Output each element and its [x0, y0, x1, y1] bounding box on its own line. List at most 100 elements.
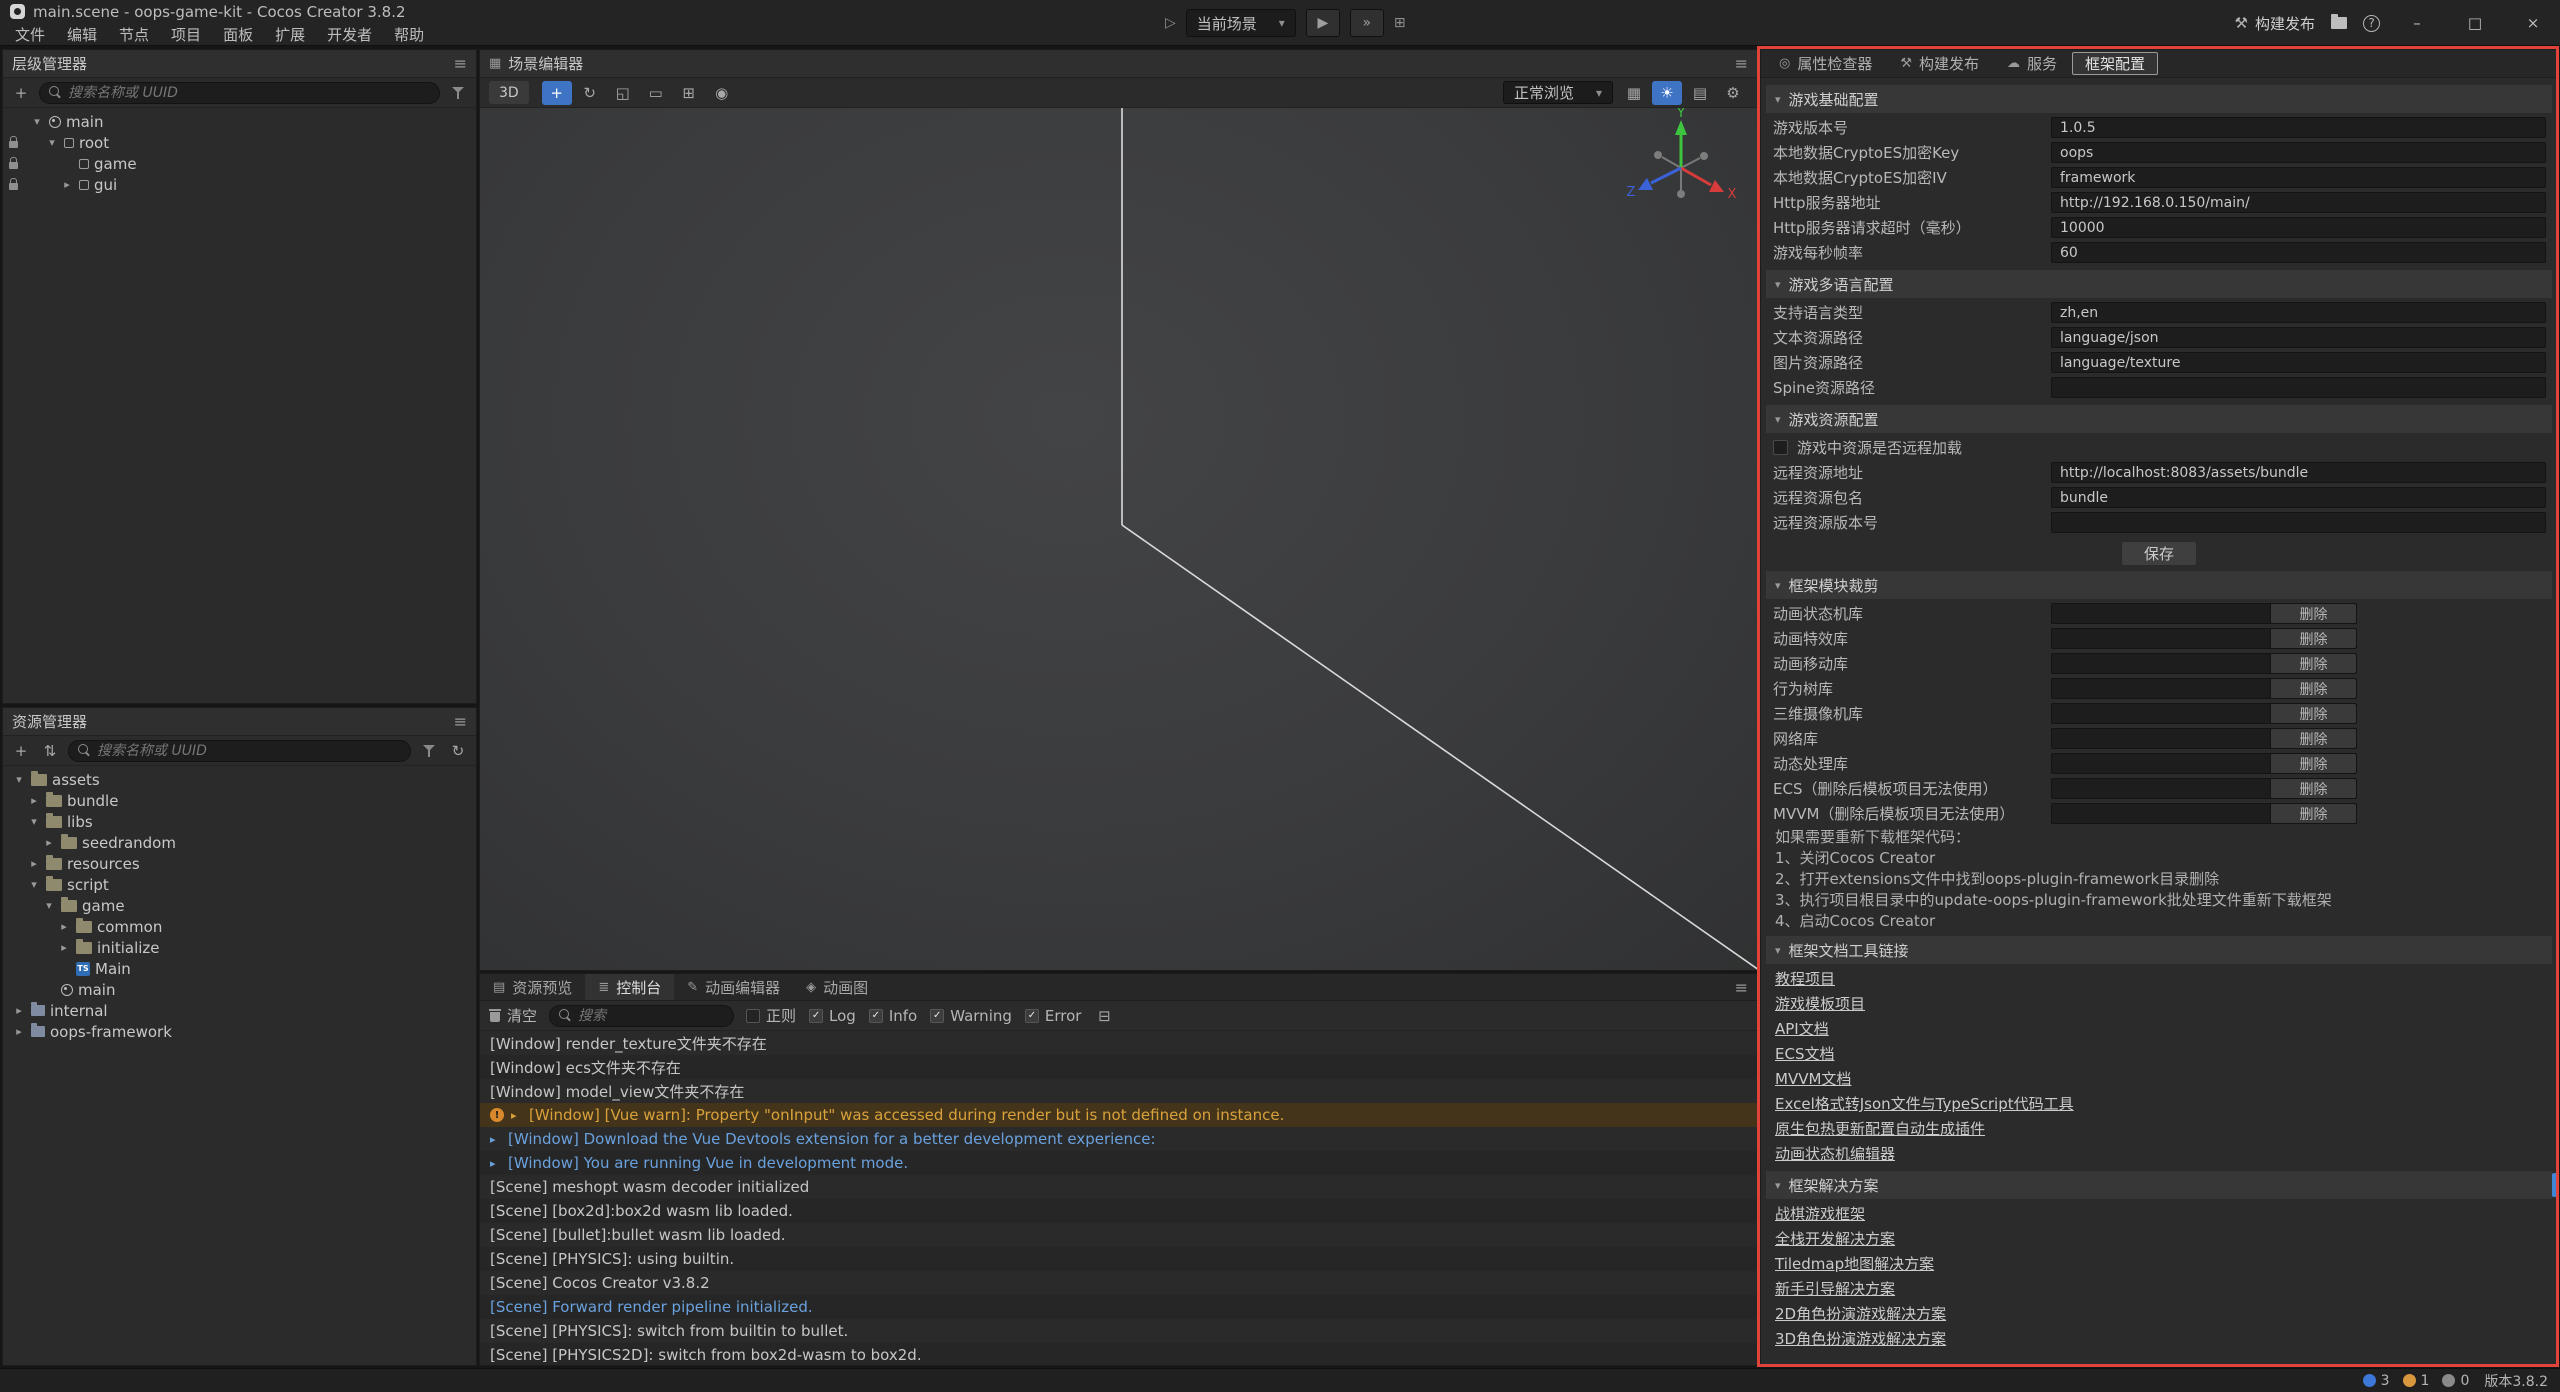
- close-button[interactable]: ×: [2512, 0, 2554, 46]
- tree-row[interactable]: ▸oops-framework: [3, 1021, 476, 1042]
- expand-arrow[interactable]: ▸: [511, 1109, 522, 1122]
- settings-gear-icon[interactable]: ⚙: [1718, 81, 1748, 105]
- expand-arrow[interactable]: ▸: [42, 836, 56, 849]
- status-count[interactable]: 0: [2442, 1373, 2469, 1389]
- section-header[interactable]: ▾游戏资源配置: [1766, 405, 2552, 433]
- tree-row[interactable]: ▸initialize: [3, 937, 476, 958]
- gizmo-pivot-icon[interactable]: ◉: [707, 81, 737, 105]
- delete-button[interactable]: 删除: [2270, 679, 2356, 698]
- console-tab[interactable]: ≣控制台: [585, 974, 674, 1000]
- doc-link[interactable]: 动画状态机编辑器: [1765, 1141, 2553, 1166]
- tree-row[interactable]: ▸resources: [3, 853, 476, 874]
- light-icon[interactable]: ☀: [1652, 81, 1682, 105]
- console-tab[interactable]: ✎动画编辑器: [674, 974, 793, 1000]
- field-input[interactable]: [2051, 142, 2546, 163]
- doc-link[interactable]: 全栈开发解决方案: [1765, 1226, 2553, 1251]
- tree-row[interactable]: ▾script: [3, 874, 476, 895]
- doc-link[interactable]: API文档: [1765, 1016, 2553, 1041]
- field-input[interactable]: [2051, 352, 2546, 373]
- doc-link[interactable]: 新手引导解决方案: [1765, 1276, 2553, 1301]
- delete-button[interactable]: 删除: [2270, 729, 2356, 748]
- rotate-tool-icon[interactable]: ↻: [575, 81, 605, 105]
- log-line[interactable]: [Scene] [PHYSICS2D]: switch from box2d-w…: [480, 1343, 1757, 1365]
- clear-console-button[interactable]: 清空: [489, 1005, 537, 1026]
- step-button[interactable]: »: [1350, 9, 1384, 37]
- refresh-icon[interactable]: ↻: [447, 740, 469, 762]
- minimize-button[interactable]: –: [2396, 0, 2438, 46]
- log-line[interactable]: [Scene] Cocos Creator v3.8.2: [480, 1271, 1757, 1295]
- doc-link[interactable]: ECS文档: [1765, 1041, 2553, 1066]
- menu-item[interactable]: 编辑: [56, 22, 108, 46]
- tree-row[interactable]: ▾libs: [3, 811, 476, 832]
- log-line[interactable]: [Window] model_view文件夹不存在: [480, 1079, 1757, 1103]
- delete-button[interactable]: 删除: [2270, 654, 2356, 673]
- panel-menu-icon[interactable]: ≡: [1735, 978, 1757, 997]
- expand-arrow[interactable]: ▸: [60, 178, 74, 191]
- log-filter[interactable]: ✓Info: [869, 1005, 917, 1026]
- rect-tool-icon[interactable]: ▭: [641, 81, 671, 105]
- log-line[interactable]: [Scene] [PHYSICS]: switch from builtin t…: [480, 1319, 1757, 1343]
- expand-arrow[interactable]: ▾: [12, 773, 26, 786]
- tree-row[interactable]: ▸common: [3, 916, 476, 937]
- field-input[interactable]: [2051, 487, 2546, 508]
- log-filter[interactable]: ✓Log: [809, 1005, 856, 1026]
- panel-menu-icon[interactable]: ≡: [454, 712, 467, 731]
- panel-menu-icon[interactable]: ≡: [454, 54, 467, 73]
- log-line[interactable]: [Scene] Forward render pipeline initiali…: [480, 1295, 1757, 1319]
- help-icon[interactable]: ?: [2363, 15, 2380, 32]
- menu-item[interactable]: 扩展: [264, 22, 316, 46]
- dimension-toggle-button[interactable]: 3D: [489, 81, 529, 104]
- tree-row[interactable]: ▾game: [3, 895, 476, 916]
- console-tab[interactable]: ▤资源预览: [480, 974, 585, 1000]
- console-search[interactable]: [549, 1005, 734, 1027]
- delete-button[interactable]: 删除: [2270, 804, 2356, 823]
- expand-arrow[interactable]: ▸: [57, 941, 71, 954]
- field-input[interactable]: [2051, 327, 2546, 348]
- preview-platform-icon[interactable]: ▷: [1165, 15, 1176, 31]
- expand-arrow[interactable]: ▸: [490, 1133, 501, 1146]
- checkbox-icon[interactable]: ✓: [1025, 1009, 1039, 1023]
- section-header[interactable]: ▾框架解决方案: [1766, 1171, 2552, 1199]
- tree-row[interactable]: ▸seedrandom: [3, 832, 476, 853]
- delete-button[interactable]: 删除: [2270, 704, 2356, 723]
- expand-arrow[interactable]: ▸: [490, 1157, 501, 1170]
- build-publish-button[interactable]: ⚒ 构建发布: [2235, 13, 2315, 34]
- menu-item[interactable]: 帮助: [383, 22, 435, 46]
- filter-icon[interactable]: [418, 740, 440, 762]
- scene-viewport[interactable]: Y X Z: [480, 108, 1757, 970]
- assets-search-input[interactable]: [97, 743, 401, 759]
- delete-button[interactable]: 删除: [2270, 779, 2356, 798]
- doc-link[interactable]: 战棋游戏框架: [1765, 1201, 2553, 1226]
- log-filter[interactable]: ✓Warning: [930, 1005, 1012, 1026]
- field-input[interactable]: [2051, 217, 2546, 238]
- doc-link[interactable]: Excel格式转Json文件与TypeScript代码工具: [1765, 1091, 2553, 1116]
- tree-row[interactable]: ▸internal: [3, 1000, 476, 1021]
- doc-link[interactable]: Tiledmap地图解决方案: [1765, 1251, 2553, 1276]
- log-line[interactable]: [Window] render_texture文件夹不存在: [480, 1031, 1757, 1055]
- log-line[interactable]: !▸[Window] [Vue warn]: Property "onInput…: [480, 1103, 1757, 1127]
- field-input[interactable]: [2051, 462, 2546, 483]
- delete-button[interactable]: 删除: [2270, 754, 2356, 773]
- gizmo-space-icon[interactable]: ⊞: [674, 81, 704, 105]
- doc-link[interactable]: 游戏模板项目: [1765, 991, 2553, 1016]
- collapse-logs-icon[interactable]: ⊟: [1093, 1005, 1115, 1027]
- log-line[interactable]: ▸[Window] You are running Vue in develop…: [480, 1151, 1757, 1175]
- console-search-input[interactable]: [578, 1008, 724, 1024]
- expand-arrow[interactable]: ▾: [27, 878, 41, 891]
- tree-row[interactable]: ▸gui: [3, 174, 476, 195]
- section-header[interactable]: ▾框架文档工具链接: [1766, 936, 2552, 964]
- tree-row[interactable]: ▾assets: [3, 769, 476, 790]
- expand-arrow[interactable]: ▾: [27, 815, 41, 828]
- log-line[interactable]: [Scene] [PHYSICS]: using builtin.: [480, 1247, 1757, 1271]
- checkbox-icon[interactable]: ✓: [809, 1009, 823, 1023]
- play-button[interactable]: ▶: [1306, 9, 1340, 37]
- log-line[interactable]: [Scene] [box2d]:box2d wasm lib loaded.: [480, 1199, 1757, 1223]
- inspector-tab[interactable]: 框架配置: [2072, 52, 2158, 75]
- expand-arrow[interactable]: ▸: [12, 1025, 26, 1038]
- section-header[interactable]: ▾框架模块裁剪: [1766, 571, 2552, 599]
- delete-button[interactable]: 删除: [2270, 629, 2356, 648]
- hierarchy-search-input[interactable]: [68, 85, 430, 101]
- status-count[interactable]: 1: [2403, 1373, 2430, 1389]
- expand-arrow[interactable]: ▸: [57, 920, 71, 933]
- section-header[interactable]: ▾游戏基础配置: [1766, 85, 2552, 113]
